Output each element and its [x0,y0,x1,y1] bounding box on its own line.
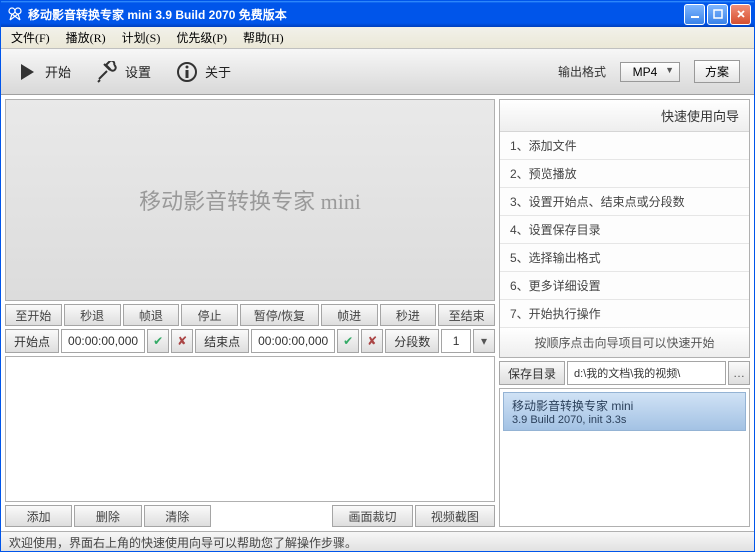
watermark-text: 移动影音转换专家 mini [139,184,361,216]
sec-back-button[interactable]: 秒退 [64,304,121,326]
preview-pane: 移动影音转换专家 mini [5,99,495,301]
menu-plan[interactable]: 计划(S) [114,27,169,48]
save-dir-field[interactable]: d:\我的文档\我的视频\ [567,361,726,385]
titlebar[interactable]: 移动影音转换专家 mini 3.9 Build 2070 免费版本 [1,1,754,27]
menu-help[interactable]: 帮助(H) [235,27,292,48]
output-format-label: 输出格式 [558,63,606,80]
guide-item-7[interactable]: 7、开始执行操作 [500,300,749,328]
log-panel: 移动影音转换专家 mini 3.9 Build 2070, init 3.3s [499,388,750,527]
guide-item-6[interactable]: 6、更多详细设置 [500,272,749,300]
settings-button[interactable]: 设置 [95,60,151,84]
frame-back-button[interactable]: 帧退 [123,304,180,326]
guide-item-3[interactable]: 3、设置开始点、结束点或分段数 [500,188,749,216]
stop-button[interactable]: 停止 [181,304,238,326]
playback-controls: 至开始 秒退 帧退 停止 暂停/恢复 帧进 秒进 至结束 [5,304,495,326]
video-crop-button[interactable]: 视频截图 [415,505,495,527]
statusbar: 欢迎使用，界面右上角的快速使用向导可以帮助您了解操作步骤。 [1,531,754,551]
segments-label: 分段数 [385,329,439,353]
save-dir-row: 保存目录 d:\我的文档\我的视频\ … [499,361,750,385]
scheme-button[interactable]: 方案 [694,60,740,83]
log-entry[interactable]: 移动影音转换专家 mini 3.9 Build 2070, init 3.3s [503,392,746,431]
delete-button[interactable]: 删除 [74,505,141,527]
save-dir-label: 保存目录 [499,361,565,385]
menu-play[interactable]: 播放(R) [58,27,114,48]
guide-item-2[interactable]: 2、预览播放 [500,160,749,188]
menu-file[interactable]: 文件(F) [3,27,58,48]
status-text: 欢迎使用，界面右上角的快速使用向导可以帮助您了解操作步骤。 [9,536,357,550]
guide-footer: 按顺序点击向导项目可以快速开始 [500,328,749,357]
goto-end-button[interactable]: 至结束 [438,304,495,326]
quick-guide: 快速使用向导 1、添加文件 2、预览播放 3、设置开始点、结束点或分段数 4、设… [499,99,750,358]
log-line2: 3.9 Build 2070, init 3.3s [512,414,737,426]
end-confirm-button[interactable]: ✔ [337,329,359,353]
browse-dir-button[interactable]: … [728,361,750,385]
start-confirm-button[interactable]: ✔ [147,329,169,353]
app-icon [7,6,23,22]
end-point-field[interactable]: 00:00:00,000 [251,329,335,353]
close-button[interactable] [730,4,751,25]
start-button[interactable]: 开始 [15,60,71,84]
image-crop-button[interactable]: 画面裁切 [332,505,412,527]
output-format-dropdown[interactable]: MP4 [620,62,680,82]
guide-item-5[interactable]: 5、选择输出格式 [500,244,749,272]
sec-fwd-button[interactable]: 秒进 [380,304,437,326]
segments-dropdown-button[interactable]: ▾ [473,329,495,353]
add-button[interactable]: 添加 [5,505,72,527]
end-clear-button[interactable]: ✘ [361,329,383,353]
log-line1: 移动影音转换专家 mini [512,397,737,414]
minimize-button[interactable] [684,4,705,25]
clear-button[interactable]: 清除 [144,505,211,527]
list-controls: 添加 删除 清除 画面裁切 视频截图 [5,505,495,527]
goto-start-button[interactable]: 至开始 [5,304,62,326]
guide-item-1[interactable]: 1、添加文件 [500,132,749,160]
file-list[interactable] [5,356,495,502]
info-icon [175,60,199,84]
menu-priority[interactable]: 优先级(P) [168,27,235,48]
app-window: 移动影音转换专家 mini 3.9 Build 2070 免费版本 文件(F) … [0,0,755,552]
frame-fwd-button[interactable]: 帧进 [321,304,378,326]
tools-icon [95,60,119,84]
about-button[interactable]: 关于 [175,60,231,84]
maximize-button[interactable] [707,4,728,25]
start-clear-button[interactable]: ✘ [171,329,193,353]
time-controls: 开始点 00:00:00,000 ✔ ✘ 结束点 00:00:00,000 ✔ … [5,329,495,353]
guide-item-4[interactable]: 4、设置保存目录 [500,216,749,244]
start-point-field[interactable]: 00:00:00,000 [61,329,145,353]
menubar: 文件(F) 播放(R) 计划(S) 优先级(P) 帮助(H) [1,27,754,49]
play-icon [15,60,39,84]
toolbar: 开始 设置 关于 输出格式 MP4 方案 [1,49,754,95]
start-point-label: 开始点 [5,329,59,353]
pause-resume-button[interactable]: 暂停/恢复 [240,304,319,326]
segments-field[interactable]: 1 [441,329,471,353]
window-title: 移动影音转换专家 mini 3.9 Build 2070 免费版本 [28,6,287,23]
guide-title: 快速使用向导 [500,100,749,132]
end-point-label: 结束点 [195,329,249,353]
